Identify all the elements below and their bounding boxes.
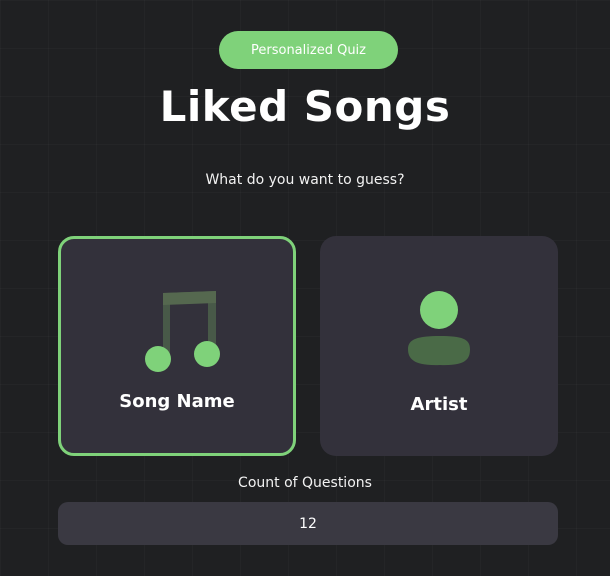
question-count-input[interactable] xyxy=(58,502,558,545)
person-icon xyxy=(408,291,470,366)
question-prompt: What do you want to guess? xyxy=(205,172,405,188)
artist-option-card[interactable]: Artist xyxy=(320,236,558,456)
song-name-label: Song Name xyxy=(119,391,235,412)
quiz-type-badge: Personalized Quiz xyxy=(219,31,398,69)
song-name-option-card[interactable]: Song Name xyxy=(58,236,296,456)
music-note-icon xyxy=(145,291,220,372)
page-title: Liked Songs xyxy=(159,82,451,131)
artist-label: Artist xyxy=(410,394,468,415)
question-count-label: Count of Questions xyxy=(238,475,372,491)
